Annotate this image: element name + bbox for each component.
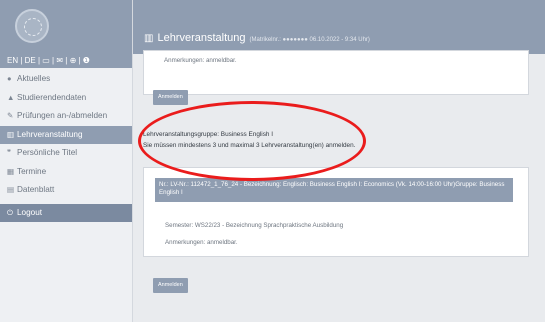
sidebar-menu: ● Aktuelles ▲ Studierendendaten ✎ Prüfungen… [0,70,132,222]
file-icon: ▤ [7,185,15,194]
power-icon: ⏻ [7,207,13,217]
building-columns-icon: ▥ [144,33,154,44]
sidebar: EN | DE | ▭ | ✉ | ⊕ | ❶ ● Aktuelles ▲ Stud… [0,0,133,322]
sidebar-item-label: Lehrveranstaltung [17,129,83,139]
sidebar-item-logout[interactable]: ⏻ Logout [0,203,132,222]
course-card-top: Anmerkungen: anmeldbar. [143,50,529,95]
header-meta: (Matrikelnr.: ●●●●●●● 06.10.2022 - 9:34 … [249,37,370,43]
register-button[interactable]: Anmelden [153,90,188,105]
graduation-cap-icon: ▲ [7,92,15,102]
edit-icon: ✎ [7,111,14,120]
chat-bubble-icon: ● [7,74,12,83]
quote-icon: ❞ [7,148,12,157]
register-button[interactable]: Anmelden [153,278,188,293]
university-logo[interactable] [15,9,49,43]
language-bar[interactable]: EN | DE | ▭ | ✉ | ⊕ | ❶ [0,54,132,68]
course-notes: Anmerkungen: anmeldbar. [164,57,237,64]
sidebar-item-label: Prüfungen an-/abmelden [17,111,108,120]
course-semester: Semester: WS22/23 - Bezeichnung Sprachpr… [165,222,344,229]
sidebar-item-label: Logout [17,207,43,217]
sidebar-item-termine[interactable]: ▦ Termine [0,163,132,182]
sidebar-item-label: Termine [17,166,47,176]
sidebar-item-label: Aktuelles [17,74,51,83]
calendar-icon: ▦ [7,166,15,176]
sidebar-item-label: Studierendendaten [17,92,87,102]
sidebar-item-pruefungen[interactable]: ✎ Prüfungen an-/abmelden [0,107,132,126]
logo-area [0,0,132,54]
main-content: Anmerkungen: anmeldbar. Anmelden Lehrver… [133,50,545,322]
course-title-bar: Nr.: LV-Nr.: 112472_1_76_24 - Bezeichnun… [155,178,513,202]
sidebar-item-label: Datenblatt [17,185,55,194]
sidebar-item-studierendendaten[interactable]: ▲ Studierendendaten [0,89,132,108]
sidebar-item-aktuelles[interactable]: ● Aktuelles [0,70,132,89]
sidebar-item-lehrveranstaltung[interactable]: ▥ Lehrveranstaltung [0,125,132,144]
sidebar-item-label: Persönliche Titel [17,148,78,157]
highlight-ellipse [138,101,366,181]
sidebar-item-persoenliche-titel[interactable]: ❞ Persönliche Titel [0,144,132,163]
sidebar-item-datenblatt[interactable]: ▤ Datenblatt [0,181,132,200]
page-header: ▥ Lehrveranstaltung (Matrikelnr.: ●●●●●●● … [133,0,545,54]
page-title: ▥ Lehrveranstaltung (Matrikelnr.: ●●●●●●● … [144,32,370,44]
course-notes: Anmerkungen: anmeldbar. [165,239,238,246]
building-columns-icon: ▥ [7,129,15,139]
